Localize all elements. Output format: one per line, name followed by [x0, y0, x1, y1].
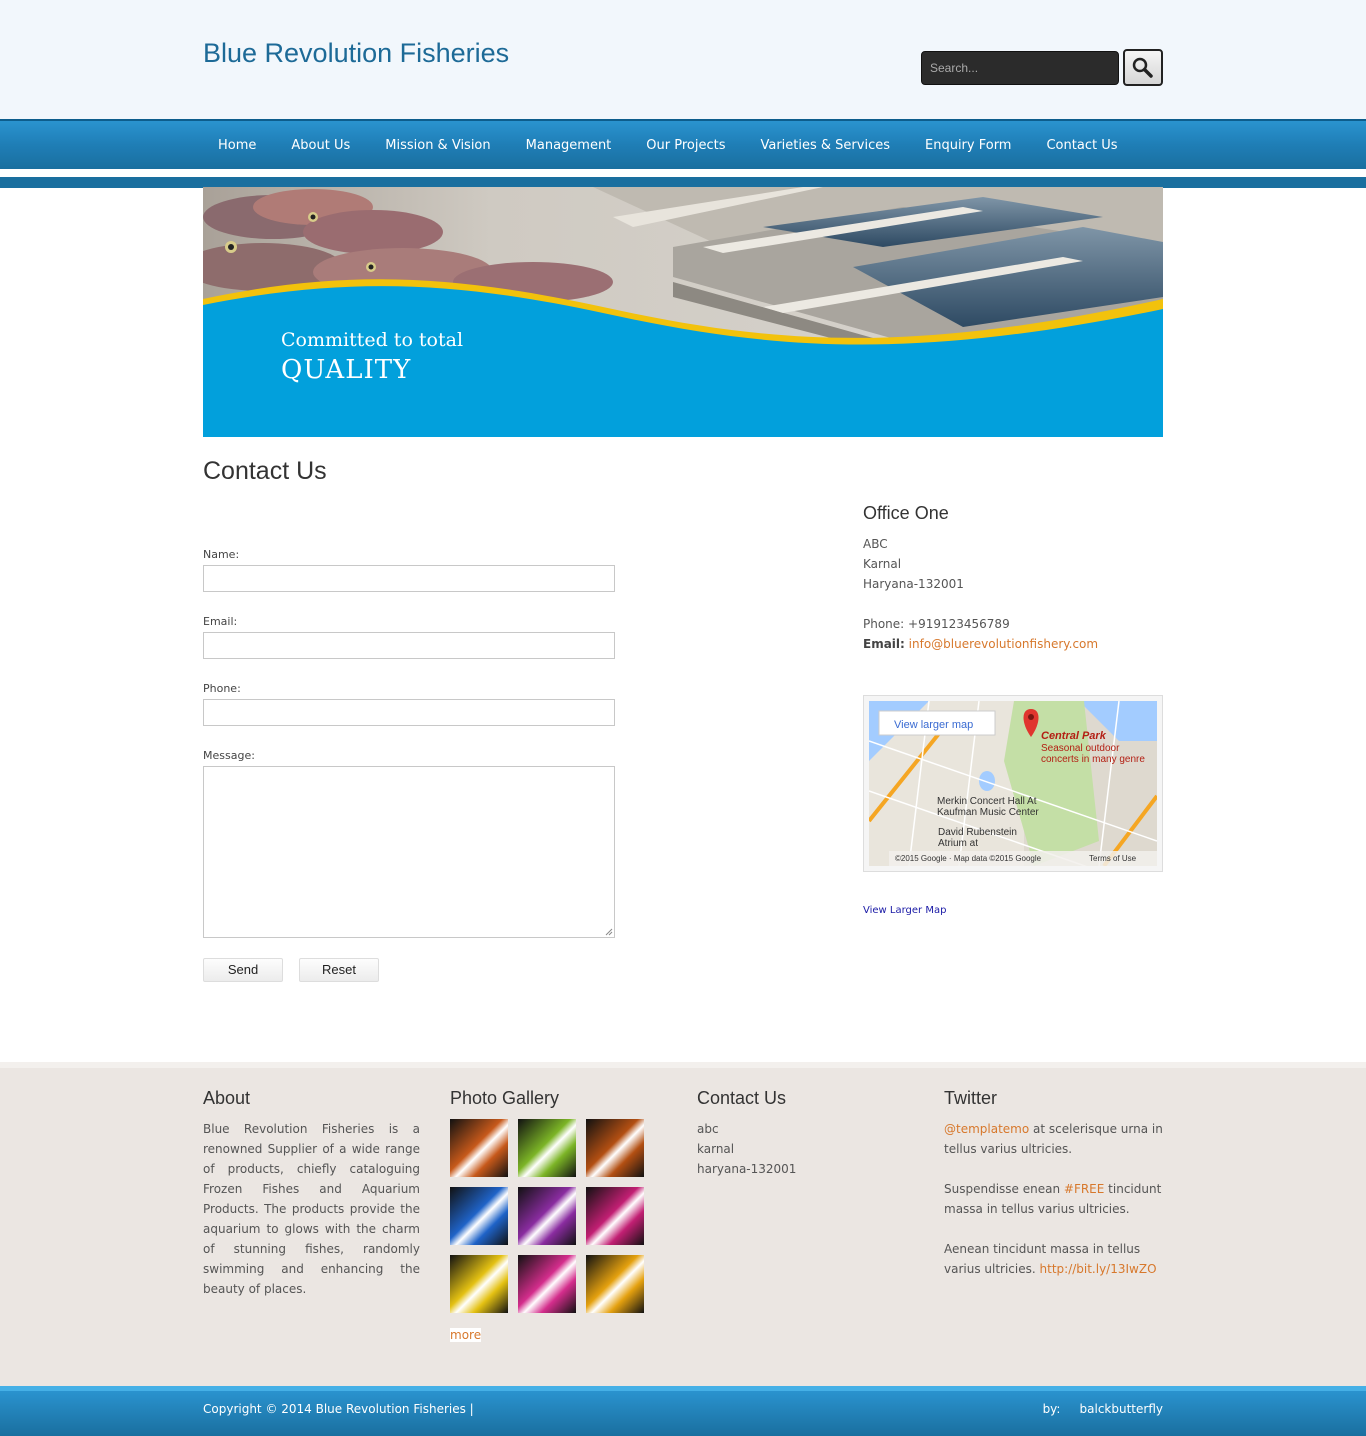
- main-nav: Home About Us Mission & Vision Managemen…: [0, 119, 1366, 169]
- map-embed[interactable]: View larger map Central Park Seasonal ou…: [863, 695, 1163, 892]
- gallery-thumb[interactable]: [518, 1119, 576, 1177]
- footer: About Blue Revolution Fisheries is a ren…: [0, 1062, 1366, 1386]
- email-label: Email:: [203, 615, 238, 628]
- footer-about-text: Blue Revolution Fisheries is a renowned …: [203, 1122, 420, 1296]
- gallery-thumb[interactable]: [586, 1119, 644, 1177]
- message-field[interactable]: [203, 766, 615, 938]
- email-label: Email:: [863, 637, 905, 651]
- resize-handle-icon[interactable]: [605, 928, 613, 936]
- footer-gallery: Photo Gallery more: [450, 1088, 644, 1345]
- nav-item-about-us[interactable]: About Us: [291, 138, 350, 153]
- message-label: Message:: [203, 749, 255, 762]
- gallery-thumb[interactable]: [586, 1187, 644, 1245]
- gallery-grid: [450, 1119, 644, 1313]
- footer-contact-line2: karnal: [697, 1142, 735, 1156]
- nav-item-contact-us[interactable]: Contact Us: [1046, 138, 1117, 153]
- tweet-3-text: Aenean tincidunt massa in tellus: [944, 1242, 1141, 1256]
- name-field[interactable]: [203, 565, 615, 592]
- office-address-line2: Karnal: [863, 557, 902, 571]
- office-title: Office One: [863, 503, 949, 523]
- tweet-2-text3: massa in tellus varius ultricies.: [944, 1202, 1130, 1216]
- reset-button[interactable]: Reset: [299, 958, 379, 982]
- map-label2: Kaufman Music Center: [937, 807, 1039, 818]
- banner-image: [203, 187, 1163, 437]
- map-place: Central Park: [1041, 730, 1107, 742]
- nav-item-mission-vision[interactable]: Mission & Vision: [385, 138, 490, 153]
- search-box: [921, 51, 1119, 85]
- map-place-desc2: concerts in many genre: [1041, 754, 1145, 765]
- footer-contact: Contact Us abc karnal haryana-132001: [697, 1088, 796, 1179]
- nav-item-our-projects[interactable]: Our Projects: [646, 138, 725, 153]
- map-credit: ©2015 Google · Map data ©2015 Google: [895, 854, 1042, 863]
- site-title[interactable]: Blue Revolution Fisheries: [203, 38, 509, 69]
- map-terms[interactable]: Terms of Use: [1089, 854, 1137, 863]
- tweet-3-text2: varius ultricies.: [944, 1262, 1040, 1276]
- tweet-handle-link[interactable]: @templatemo: [944, 1122, 1029, 1136]
- banner-tagline: Committed to total: [281, 329, 464, 351]
- bottom-bar: Copyright © 2014 Blue Revolution Fisheri…: [0, 1386, 1366, 1436]
- gallery-thumb[interactable]: [450, 1187, 508, 1245]
- tweet-3: Aenean tincidunt massa in tellus varius …: [944, 1239, 1166, 1279]
- tweet-url-link[interactable]: http://bit.ly/13IwZO: [1040, 1262, 1157, 1276]
- nav-item-management[interactable]: Management: [526, 138, 612, 153]
- tweet-1-text: at scelerisque urna in: [1029, 1122, 1163, 1136]
- site-header: Blue Revolution Fisheries: [0, 0, 1366, 119]
- hero-banner: Committed to total QUALITY: [203, 187, 1163, 437]
- footer-contact-line3: haryana-132001: [697, 1162, 797, 1176]
- map-label3: David Rubenstein: [938, 827, 1017, 838]
- footer-gallery-title: Photo Gallery: [450, 1088, 560, 1108]
- nav-item-varieties-services[interactable]: Varieties & Services: [760, 138, 890, 153]
- tweet-1: @templatemo at scelerisque urna in tellu…: [944, 1119, 1166, 1159]
- email-field[interactable]: [203, 632, 615, 659]
- footer-contact-title: Contact Us: [697, 1088, 787, 1108]
- office-address-line3: Haryana-132001: [863, 577, 964, 591]
- gallery-thumb[interactable]: [450, 1119, 508, 1177]
- view-larger-map-link[interactable]: View Larger Map: [863, 905, 946, 916]
- map-view-larger[interactable]: View larger map: [894, 719, 973, 731]
- search-input[interactable]: [922, 52, 1118, 84]
- gallery-thumb[interactable]: [450, 1255, 508, 1313]
- nav-divider: [0, 169, 1366, 177]
- gallery-more-link[interactable]: more: [450, 1328, 482, 1342]
- copyright-text: Copyright © 2014 Blue Revolution Fisheri…: [203, 1402, 474, 1416]
- banner-heading: QUALITY: [281, 355, 412, 385]
- nav-item-enquiry-form[interactable]: Enquiry Form: [925, 138, 1011, 153]
- footer-about: About Blue Revolution Fisheries is a ren…: [203, 1088, 420, 1299]
- phone-field[interactable]: [203, 699, 615, 726]
- phone-label: Phone:: [203, 682, 241, 695]
- name-label: Name:: [203, 548, 240, 561]
- email-link[interactable]: info@bluerevolutionfishery.com: [909, 637, 1098, 651]
- map-place-desc1: Seasonal outdoor: [1041, 743, 1120, 754]
- footer-about-title: About: [203, 1088, 251, 1108]
- search-button[interactable]: [1123, 49, 1163, 86]
- map-image[interactable]: View larger map Central Park Seasonal ou…: [867, 700, 1159, 892]
- tweet-2: Suspendisse enean #FREE tincidunt massa …: [944, 1179, 1166, 1219]
- credit-label: by:: [1042, 1402, 1061, 1416]
- tweet-1-text2: tellus varius ultricies.: [944, 1142, 1073, 1156]
- tweet-2-text: Suspendisse enean: [944, 1182, 1064, 1196]
- gallery-thumb[interactable]: [586, 1255, 644, 1313]
- send-button[interactable]: Send: [203, 958, 283, 982]
- office-email: Email: info@bluerevolutionfishery.com: [863, 637, 1098, 651]
- gallery-thumb[interactable]: [518, 1255, 576, 1313]
- credit: by: balckbutterfly: [1043, 1402, 1163, 1416]
- map-label1: Merkin Concert Hall At: [937, 796, 1037, 807]
- main-content: Contact Us Name: Email: Phone: Message: …: [203, 437, 1163, 1057]
- tweet-hashtag-link[interactable]: #FREE: [1064, 1182, 1104, 1196]
- nav-item-home[interactable]: Home: [218, 138, 256, 153]
- footer-contact-line1: abc: [697, 1122, 719, 1136]
- credit-author-link[interactable]: balckbutterfly: [1080, 1402, 1163, 1416]
- office-address-line1: ABC: [863, 537, 888, 551]
- tweet-2-text2: tincidunt: [1104, 1182, 1162, 1196]
- gallery-thumb[interactable]: [518, 1187, 576, 1245]
- map-label4: Atrium at: [938, 838, 978, 849]
- footer-twitter-title: Twitter: [944, 1088, 998, 1108]
- footer-twitter: Twitter @templatemo at scelerisque urna …: [944, 1088, 1166, 1279]
- office-phone: Phone: +919123456789: [863, 617, 1010, 631]
- search-icon: [1132, 57, 1153, 78]
- page-title: Contact Us: [203, 457, 327, 485]
